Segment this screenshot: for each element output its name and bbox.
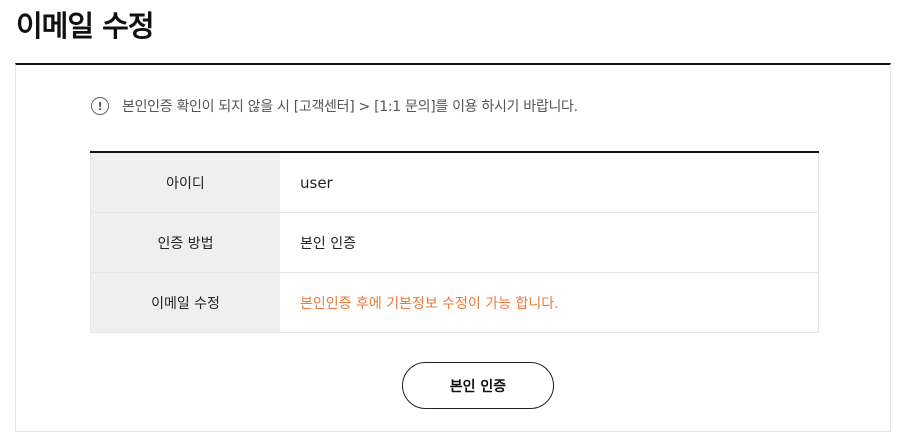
row-label-email-edit: 이메일 수정 [90,273,280,332]
identity-verify-button[interactable]: 본인 인증 [402,362,554,409]
table-row-auth-method: 인증 방법 본인 인증 [90,213,819,273]
page: 이메일 수정 ! 본인인증 확인이 되지 않을 시 [고객센터] > [1:1 … [0,0,906,448]
row-value-email-edit-warning: 본인인증 후에 기본정보 수정이 가능 합니다. [280,273,819,332]
row-label-auth-method: 인증 방법 [90,213,280,272]
exclamation-circle-icon: ! [91,97,109,115]
notice-text: 본인인증 확인이 되지 않을 시 [고객센터] > [1:1 문의]를 이용 하… [122,99,578,115]
table-row-user-id: 아이디 user [90,153,819,213]
email-edit-panel: ! 본인인증 확인이 되지 않을 시 [고객센터] > [1:1 문의]를 이용… [15,63,891,432]
notice-message: ! 본인인증 확인이 되지 않을 시 [고객센터] > [1:1 문의]를 이용… [91,96,578,116]
table-row-email-edit: 이메일 수정 본인인증 후에 기본정보 수정이 가능 합니다. [90,273,819,333]
row-value-user-id: user [280,153,819,212]
account-info-table: 아이디 user 인증 방법 본인 인증 이메일 수정 본인인증 후에 기본정보… [90,151,819,333]
page-title: 이메일 수정 [16,9,154,43]
row-label-user-id: 아이디 [90,153,280,212]
row-value-auth-method: 본인 인증 [280,213,819,272]
